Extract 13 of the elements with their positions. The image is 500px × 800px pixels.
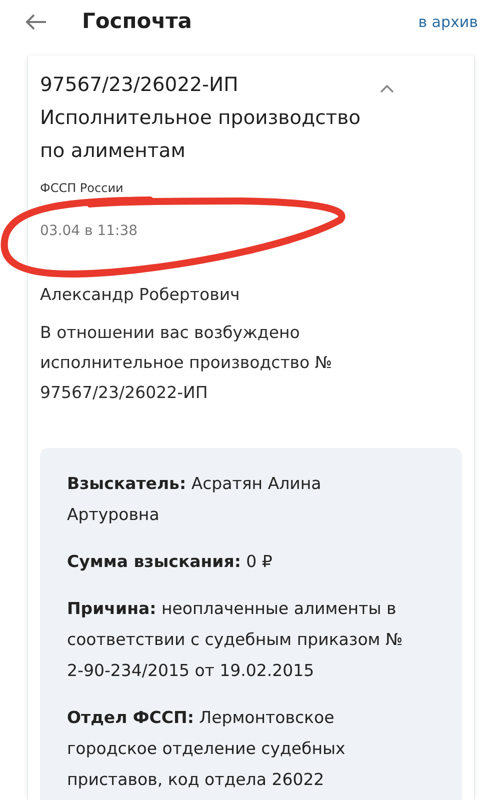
message-subject: Исполнительное производство по алиментам xyxy=(40,105,362,164)
detail-text: Причина: неоплаченные алименты в соответствии с судебным приказом № 2-90-234/2015 от 19.02.2015 xyxy=(67,598,404,682)
archive-link[interactable]: в архив xyxy=(418,10,478,34)
detail-text: Отдел ФССП: Лермонтовское городское отделение судебных приставов, код отдела 26022 xyxy=(67,707,346,791)
detail-text: Взыскатель: Асратян Алина Артуровна xyxy=(67,473,322,526)
sender-name: ФССП России xyxy=(40,180,124,197)
message-date: 03.04 в 11:38 xyxy=(40,222,139,241)
back-icon[interactable] xyxy=(24,13,48,31)
message-text: В отношении вас возбуждено исполнительное производство № 97567/23/26022-ИП xyxy=(40,322,334,404)
case-number: 97567/23/26022-ИП xyxy=(40,72,240,98)
page-title: Госпочта xyxy=(82,8,192,36)
detail-text: Сумма взыскания: 0 ₽ xyxy=(67,551,274,573)
greeting-text: Александр Робертович xyxy=(40,284,241,306)
